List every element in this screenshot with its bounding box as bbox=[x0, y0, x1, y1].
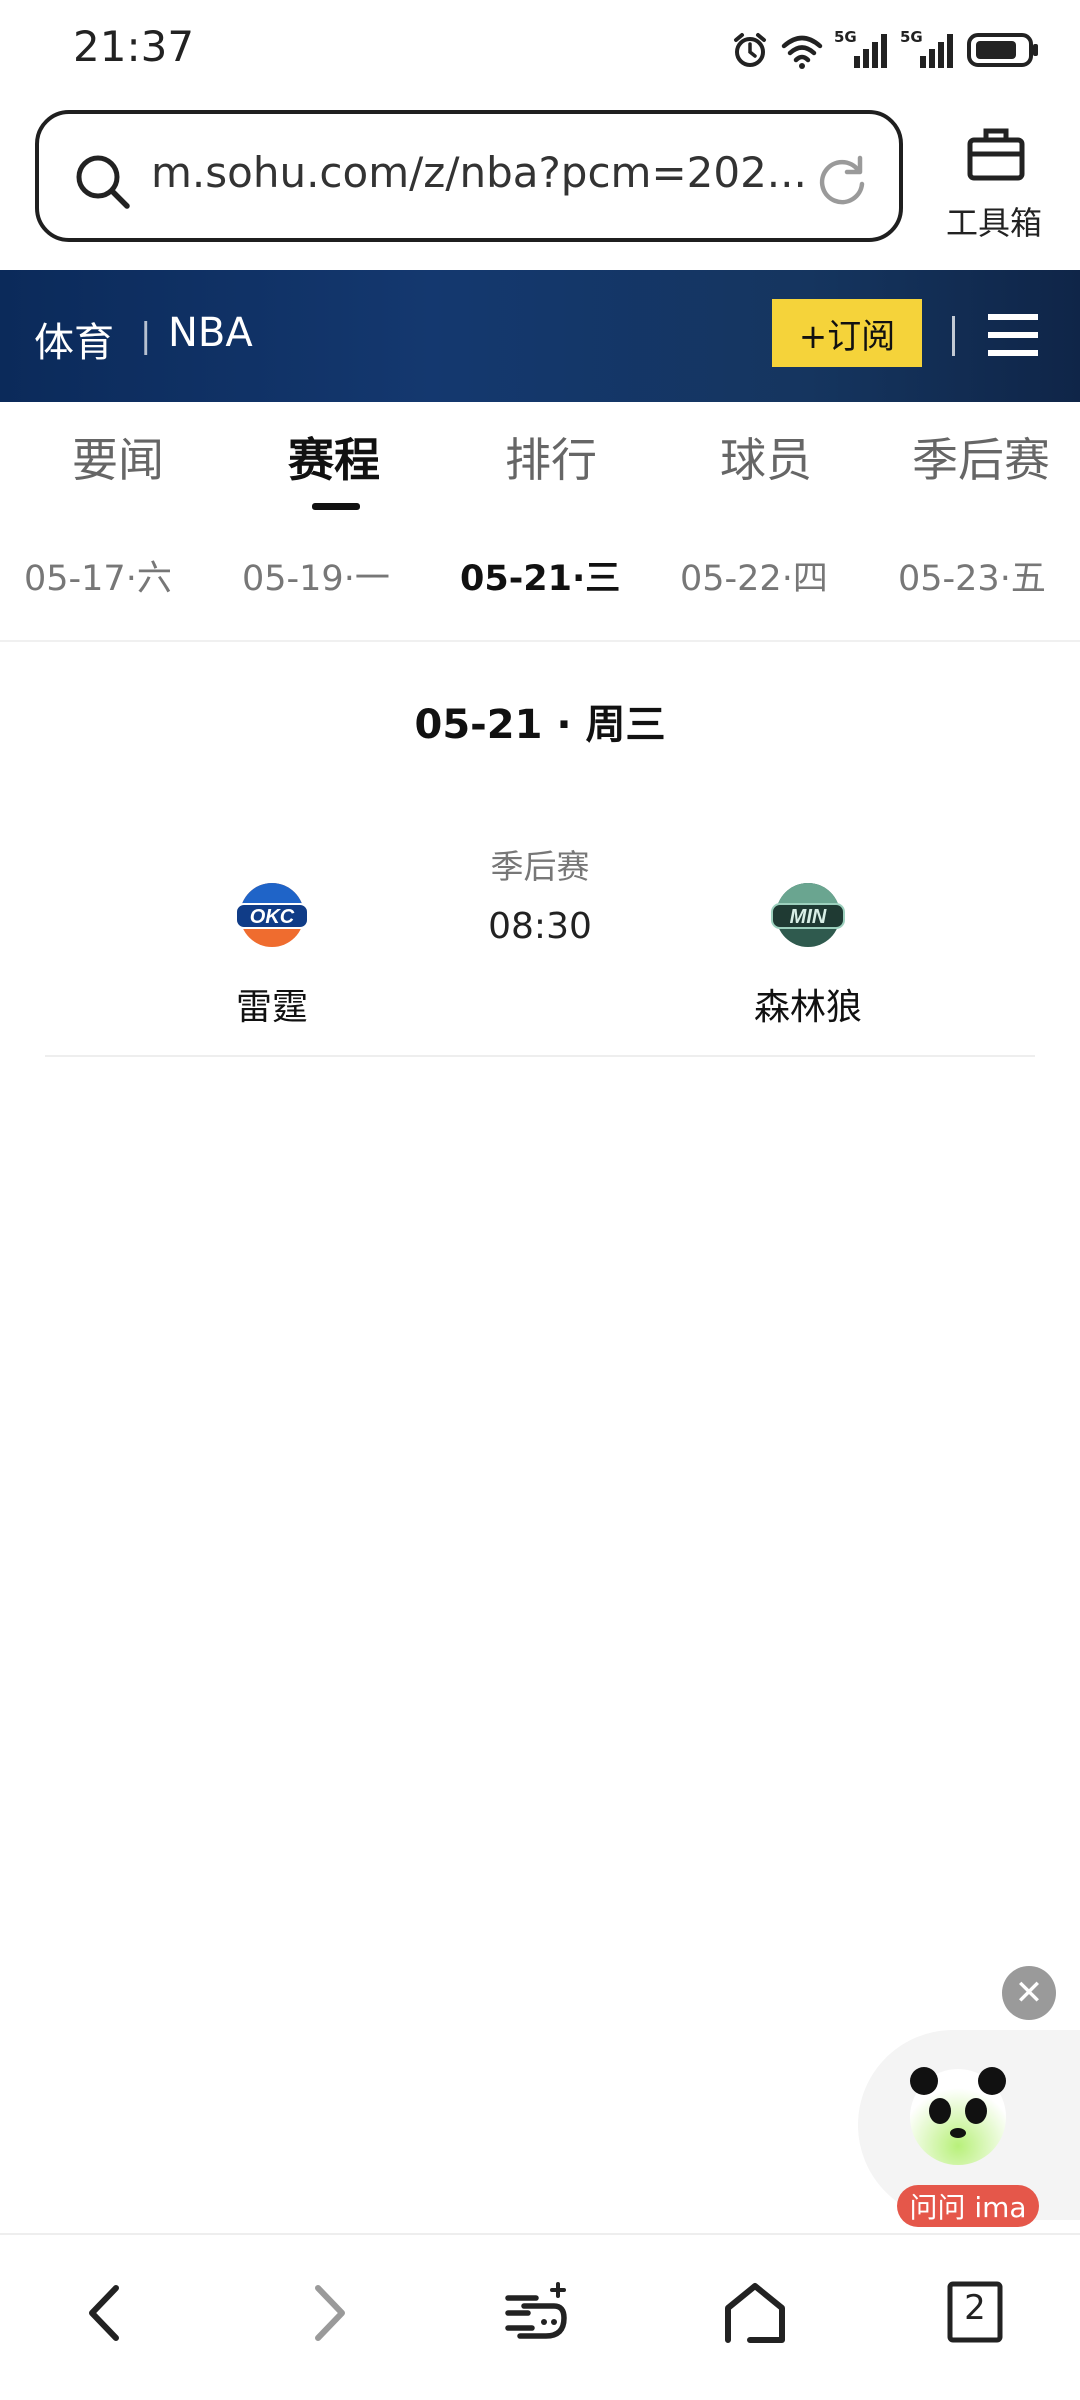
toolbox-icon[interactable] bbox=[966, 126, 1026, 182]
date-item[interactable]: 05-23·五 bbox=[898, 550, 1046, 601]
panda-icon bbox=[910, 2067, 1006, 2165]
header-divider bbox=[952, 316, 955, 356]
signal-5g-icon: 5G bbox=[834, 28, 890, 72]
bottom-nav-divider bbox=[0, 2233, 1080, 2235]
assistant-label[interactable]: 问问 ima bbox=[897, 2185, 1039, 2227]
min-logo-icon: MIN bbox=[771, 883, 845, 947]
tab-players[interactable]: 球员 bbox=[720, 424, 812, 490]
section-separator: | bbox=[140, 316, 152, 356]
signal-5g-icon: 5G bbox=[900, 28, 956, 72]
day-heading: 05-21 · 周三 bbox=[414, 702, 666, 748]
tab-playoffs[interactable]: 季后赛 bbox=[912, 424, 1050, 490]
section-title[interactable]: 体育 bbox=[34, 310, 114, 368]
away-team-name[interactable]: 森林狼 bbox=[708, 978, 908, 1030]
reload-icon[interactable] bbox=[814, 152, 870, 208]
status-time: 21:37 bbox=[73, 22, 195, 71]
min-abbr: MIN bbox=[790, 906, 827, 928]
wifi-icon bbox=[781, 35, 823, 69]
forward-icon[interactable] bbox=[292, 2278, 362, 2348]
okc-abbr: OKC bbox=[250, 906, 295, 928]
menu-icon[interactable] bbox=[988, 312, 1038, 358]
section-subtitle[interactable]: NBA bbox=[168, 310, 253, 356]
back-icon[interactable] bbox=[72, 2278, 142, 2348]
active-tab-indicator bbox=[312, 503, 360, 510]
tabs-button[interactable]: 2 bbox=[940, 2278, 1010, 2348]
address-bar[interactable]: m.sohu.com/z/nba?pcm=202... bbox=[35, 110, 903, 242]
close-icon: ✕ bbox=[1014, 1973, 1044, 2013]
alarm-icon bbox=[734, 33, 766, 67]
okc-logo-icon: OKC bbox=[235, 883, 309, 947]
toolbox-label[interactable]: 工具箱 bbox=[946, 198, 1042, 244]
feed-icon[interactable] bbox=[502, 2278, 572, 2348]
tab-count: 2 bbox=[964, 2288, 986, 2328]
date-strip-divider bbox=[0, 640, 1080, 642]
date-item[interactable]: 05-19·一 bbox=[242, 550, 390, 601]
game-divider bbox=[45, 1055, 1035, 1057]
tab-rankings[interactable]: 排行 bbox=[505, 424, 597, 490]
date-item-selected[interactable]: 05-21·三 bbox=[460, 550, 620, 601]
url-text[interactable]: m.sohu.com/z/nba?pcm=202... bbox=[151, 148, 807, 197]
close-assistant-button[interactable]: ✕ bbox=[1002, 1966, 1056, 2020]
date-item[interactable]: 05-22·四 bbox=[680, 550, 828, 601]
date-item[interactable]: 05-17·六 bbox=[24, 550, 172, 601]
tab-schedule[interactable]: 赛程 bbox=[288, 424, 380, 490]
battery-icon bbox=[967, 33, 1038, 67]
search-icon bbox=[76, 155, 130, 209]
home-icon[interactable] bbox=[720, 2278, 790, 2348]
site-header: 体育 | NBA +订阅 bbox=[0, 270, 1080, 402]
tab-news[interactable]: 要闻 bbox=[72, 424, 164, 490]
game-time: 08:30 bbox=[488, 906, 592, 947]
game-stage: 季后赛 bbox=[490, 847, 590, 886]
home-team-name[interactable]: 雷霆 bbox=[172, 978, 372, 1030]
status-icons: 5G 5G bbox=[730, 26, 1040, 74]
subscribe-button[interactable]: +订阅 bbox=[772, 299, 922, 367]
